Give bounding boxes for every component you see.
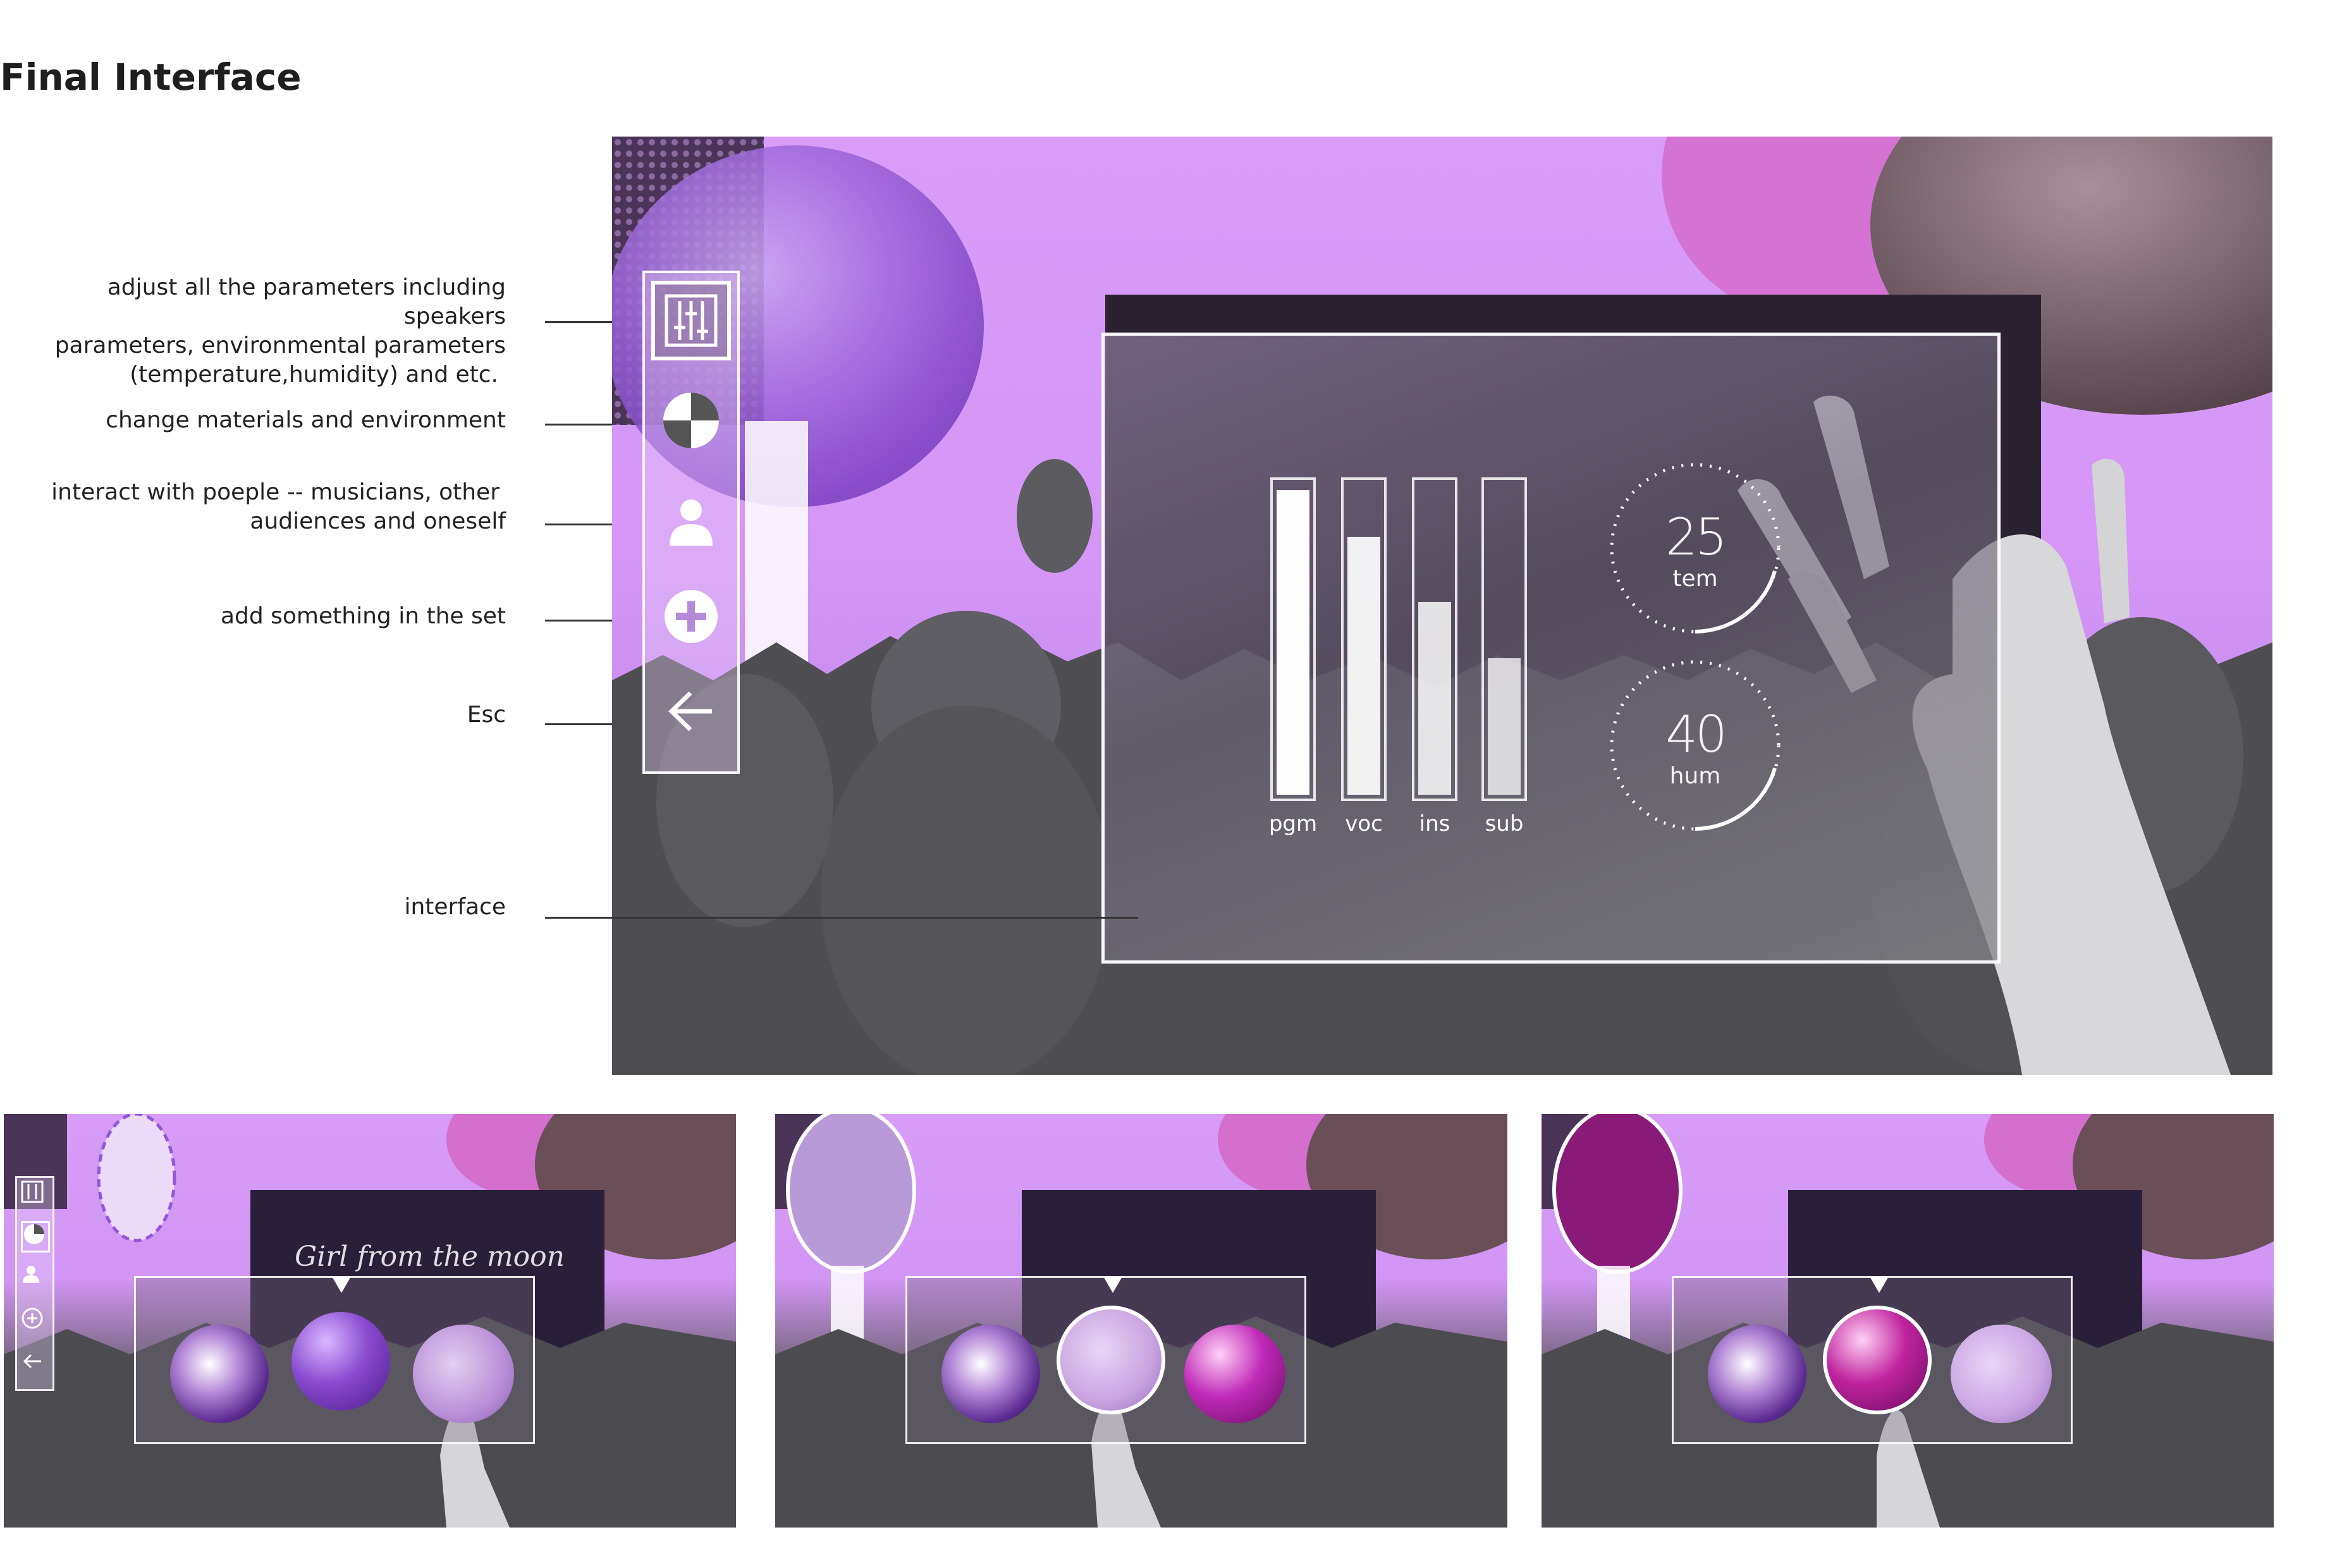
bar-voc[interactable] — [1341, 477, 1387, 801]
bar-fill — [1347, 536, 1380, 795]
leader-line — [545, 917, 1138, 919]
material-option-purple[interactable] — [291, 1312, 390, 1411]
thumb-step-1: Girl from the moon — [4, 1114, 736, 1528]
parameters-button[interactable] — [21, 1180, 50, 1212]
material-option-mesh[interactable] — [413, 1325, 514, 1423]
annotation-line: parameters, environmental parameters — [54, 333, 506, 358]
annotation-change-materials: change materials and environment — [106, 406, 506, 435]
arrow-left-icon — [668, 691, 712, 732]
screen-title: Girl from the moon — [295, 1240, 565, 1273]
annotation-line: change materials and environment — [106, 407, 506, 433]
bar-label-ins: ins — [1419, 811, 1450, 836]
annotation-line: add something in the set — [220, 603, 506, 629]
thumb-step-2 — [775, 1114, 1507, 1528]
side-menu — [642, 271, 740, 774]
selector-arrow-icon — [332, 1277, 351, 1293]
material-option-magenta[interactable] — [1184, 1325, 1285, 1423]
bar-label-voc: voc — [1345, 811, 1383, 836]
person-icon — [23, 1266, 39, 1283]
temperature-gauge[interactable]: 25 tem — [1607, 460, 1784, 637]
material-picker-panel — [905, 1276, 1306, 1444]
material-picker-panel — [134, 1276, 535, 1444]
add-button[interactable] — [651, 577, 731, 656]
parameters-panel: pgm voc ins sub 25 tem 40 hum — [1101, 333, 2001, 964]
annotation-line: interact with poeple -- musicians, other — [51, 479, 500, 505]
people-button[interactable] — [651, 482, 731, 561]
material-option-marble[interactable] — [941, 1325, 1040, 1423]
bar-fill — [1277, 489, 1309, 795]
pie-material-icon — [663, 393, 719, 448]
materials-button[interactable] — [651, 381, 731, 460]
mini-side-menu — [15, 1176, 54, 1391]
esc-button[interactable] — [21, 1350, 50, 1381]
arrow-left-icon — [23, 1354, 41, 1369]
temperature-unit: tem — [1672, 566, 1718, 592]
annotation-interact-people: interact with poeple -- musicians, other… — [51, 478, 506, 536]
esc-button[interactable] — [651, 671, 731, 751]
bar-pgm[interactable] — [1270, 477, 1316, 801]
bar-sub[interactable] — [1481, 477, 1527, 801]
bar-fill — [1418, 601, 1451, 795]
bar-label-sub: sub — [1485, 811, 1524, 836]
plus-circle-icon — [665, 590, 718, 643]
bar-fill — [1488, 658, 1521, 795]
selector-arrow-icon — [1870, 1277, 1889, 1293]
sliders-icon — [21, 1180, 44, 1203]
temperature-value: 25 — [1665, 508, 1727, 567]
material-option-mesh[interactable] — [1057, 1306, 1165, 1414]
bar-ins[interactable] — [1412, 477, 1457, 801]
sliders-icon — [665, 294, 718, 347]
annotation-line: audiences and oneself — [250, 508, 506, 534]
bar-label-pgm: pgm — [1268, 811, 1318, 836]
annotation-add-something: add something in the set — [221, 602, 506, 631]
annotation-esc: Esc — [467, 701, 506, 730]
thumb-step-3 — [1542, 1114, 2274, 1528]
pie-material-icon — [24, 1224, 44, 1244]
humidity-value: 40 — [1665, 705, 1727, 764]
material-option-marble[interactable] — [170, 1325, 269, 1423]
annotation-interface: interface — [404, 893, 506, 922]
parameters-button[interactable] — [651, 281, 731, 360]
page-title: Final Interface — [0, 56, 302, 99]
annotation-adjust-parameters: adjust all the parameters including spea… — [0, 273, 506, 389]
materials-button[interactable] — [21, 1221, 50, 1253]
annotation-line: interface — [404, 894, 506, 920]
humidity-unit: hum — [1669, 763, 1721, 789]
material-option-magenta[interactable] — [1823, 1306, 1932, 1414]
person-icon — [670, 499, 713, 546]
add-button[interactable] — [21, 1307, 50, 1338]
annotation-line: Esc — [467, 702, 506, 728]
material-option-mesh[interactable] — [1951, 1325, 2052, 1423]
selector-arrow-icon — [1103, 1277, 1122, 1293]
annotation-line: adjust all the parameters including spea… — [107, 274, 506, 329]
people-button[interactable] — [21, 1264, 50, 1295]
material-picker-panel — [1672, 1276, 2073, 1444]
humidity-gauge[interactable]: 40 hum — [1607, 657, 1784, 834]
material-option-marble[interactable] — [1708, 1325, 1806, 1423]
annotation-line: (temperature,humidity) and etc. — [130, 362, 498, 388]
plus-circle-icon — [21, 1308, 43, 1329]
